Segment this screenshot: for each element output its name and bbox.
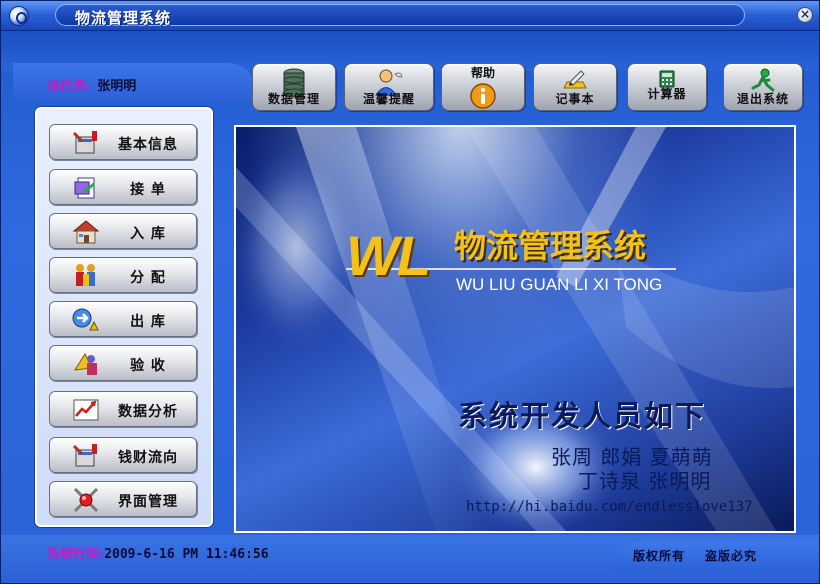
money-flow-icon [72,444,97,467]
system-time: 系统时间:2009-6-16 PM 11:46:56 [47,543,269,562]
notepad-button[interactable]: 记事本 [533,63,617,111]
copyright-notice: 版权所有 盗版必究 [633,547,757,564]
close-button[interactable]: × [797,7,813,23]
app-icon[interactable] [9,6,29,26]
sidebar-item-warehouse-in[interactable]: 入 库 [49,213,197,249]
toolbar-label: 数据管理 [267,92,320,106]
toolbar-label: 计算器 [647,87,687,101]
sidebar-item-label: 钱财流向 [118,450,178,466]
copyright-text: 版权所有 [633,549,686,563]
interface-settings-icon [73,487,99,513]
tools-info-icon [72,131,97,154]
sidebar-item-distribute[interactable]: 分 配 [49,257,197,293]
calculator-button[interactable]: 计算器 [627,63,707,111]
sidebar-item-data-analysis[interactable]: 数据分析 [49,391,197,427]
exit-button[interactable]: 退出系统 [723,63,803,111]
system-time-value: 2009-6-16 PM 11:46:56 [104,547,269,562]
toolbar-label: 记事本 [555,92,595,106]
sidebar-item-label: 基本信息 [118,137,178,153]
piracy-text: 盗版必究 [705,549,758,563]
inspection-icon [74,352,97,375]
info-icon [470,83,496,109]
sidebar-item-label: 分 配 [130,270,166,286]
sidebar-item-label: 入 库 [130,226,166,242]
developer-url: http://hi.baidu.com/endlesslove137 [466,499,753,515]
sidebar-item-warehouse-out[interactable]: 出 库 [49,301,197,337]
sidebar-item-interface-management[interactable]: 界面管理 [49,481,197,517]
operator-label: 操作员: [47,79,92,94]
window-title: 物流管理系统 [75,9,172,27]
sidebar-item-inspection[interactable]: 验 收 [49,345,197,381]
sidebar-item-basic-info[interactable]: 基本信息 [49,124,197,160]
sidebar-item-label: 接 单 [130,182,166,198]
chart-analysis-icon [73,399,99,421]
toolbar-label: 温馨提醒 [362,92,415,106]
developers-heading: 系统开发人员如下 [458,399,707,433]
system-time-label: 系统时间: [47,547,105,562]
help-button[interactable]: 帮助 [441,63,525,111]
sidebar-item-label: 出 库 [130,314,166,330]
reminder-button[interactable]: 温馨提醒 [344,63,434,111]
developers-line-2: 丁诗泉 张明明 [578,469,712,493]
splash-banner: WL 物流管理系统 WU LIU GUAN LI XI TONG 系统开发人员如… [234,125,796,533]
sidebar-item-label: 验 收 [130,358,166,374]
warehouse-in-icon [72,220,100,244]
sidebar-item-money-flow[interactable]: 钱财流向 [49,437,197,473]
banner-pinyin: WU LIU GUAN LI XI TONG [456,275,663,294]
sidebar-item-label: 界面管理 [118,494,178,510]
sidebar-item-label: 数据分析 [118,404,178,420]
sidebar-item-receive-order[interactable]: 接 单 [49,169,197,205]
order-icon [74,177,95,199]
title-bar[interactable]: 物流管理系统 × [1,1,819,31]
operator-info: 操作员: 张明明 [47,75,136,94]
operator-name: 张明明 [97,79,137,94]
distribute-icon [76,264,95,286]
data-management-button[interactable]: 数据管理 [252,63,336,111]
warehouse-out-icon [72,308,99,331]
toolbar-label: 退出系统 [736,92,789,106]
banner-logo: WL [346,224,431,287]
main-window: 物流管理系统 × 操作员: 张明明 数据管理 温馨提醒 帮助 记事本 计算器 退… [0,0,820,584]
toolbar-label: 帮助 [470,66,495,80]
banner-title: 物流管理系统 [454,227,647,265]
